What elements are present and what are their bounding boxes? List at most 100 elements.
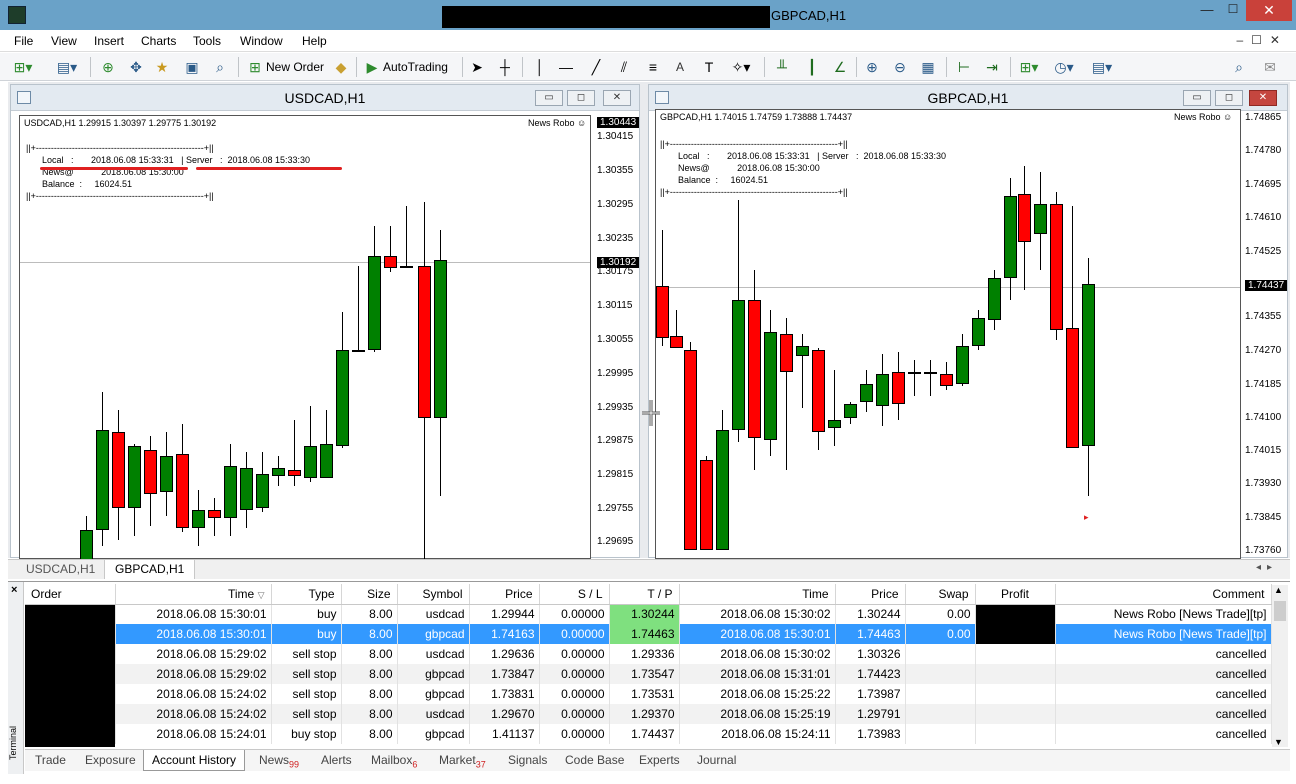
zoom-out-icon[interactable]: ⊖ bbox=[890, 57, 910, 77]
table-cell: cancelled bbox=[1055, 664, 1272, 684]
tab-journal[interactable]: Journal bbox=[697, 750, 736, 771]
tab-news[interactable]: News99 bbox=[259, 750, 299, 771]
menu-help[interactable]: Help bbox=[302, 34, 327, 48]
col-order[interactable]: Order bbox=[25, 584, 116, 605]
close-button[interactable]: ✕ bbox=[1246, 0, 1292, 21]
navigator-icon[interactable]: ★ bbox=[152, 57, 172, 77]
crosshair-icon[interactable]: ┼ bbox=[496, 57, 514, 77]
col-price[interactable]: Price bbox=[469, 584, 540, 605]
col-size[interactable]: Size bbox=[341, 584, 398, 605]
cursor-icon[interactable]: ➤ bbox=[468, 57, 486, 77]
chart-plot-gbpcad[interactable]: GBPCAD,H1 1.74015 1.74759 1.73888 1.7443… bbox=[655, 109, 1241, 559]
table-cell: 1.29670 bbox=[469, 704, 540, 724]
chart-shift-icon[interactable]: ⊢ bbox=[954, 57, 974, 77]
chart-maximize-button[interactable]: ◻ bbox=[1215, 90, 1243, 106]
fibo-icon[interactable]: ≡ bbox=[644, 57, 662, 77]
strategy-tester-icon[interactable]: ⌕ bbox=[210, 57, 230, 77]
new-chart-icon[interactable]: ⊞▾ bbox=[10, 57, 36, 77]
candlestick-icon[interactable]: ┃ bbox=[802, 57, 822, 77]
chart-maximize-button[interactable]: ◻ bbox=[567, 90, 595, 106]
col-swap[interactable]: Swap bbox=[905, 584, 976, 605]
tab-experts[interactable]: Experts bbox=[639, 750, 680, 771]
horizontal-line-icon[interactable]: — bbox=[558, 57, 574, 77]
profiles-icon[interactable]: ▤▾ bbox=[54, 57, 80, 77]
tab-account-history[interactable]: Account History bbox=[143, 750, 246, 771]
market-watch-icon[interactable]: ⊕ bbox=[98, 57, 118, 77]
chart-close-button[interactable]: ✕ bbox=[603, 90, 631, 106]
trendline-icon[interactable]: ╱ bbox=[588, 57, 604, 77]
scroll-down-icon[interactable]: ▼ bbox=[1274, 737, 1283, 747]
terminal-icon[interactable]: ▣ bbox=[182, 57, 202, 77]
menu-window[interactable]: Window bbox=[240, 34, 283, 48]
chart-close-button[interactable]: ✕ bbox=[1249, 90, 1277, 106]
mdi-window-controls[interactable]: –☐✕ bbox=[1237, 33, 1289, 47]
indicators-icon[interactable]: ⊞▾ bbox=[1016, 57, 1042, 77]
chart-plot-usdcad[interactable]: USDCAD,H1 1.29915 1.30397 1.29775 1.3019… bbox=[19, 115, 591, 562]
autoscroll-icon[interactable]: ⇥ bbox=[982, 57, 1002, 77]
tab-trade[interactable]: Trade bbox=[35, 750, 66, 771]
templates-icon[interactable]: ▤▾ bbox=[1088, 57, 1116, 77]
col-tp[interactable]: T / P bbox=[609, 584, 680, 605]
menu-insert[interactable]: Insert bbox=[94, 34, 124, 48]
vertical-line-icon[interactable]: │ bbox=[532, 57, 548, 77]
tab-signals[interactable]: Signals bbox=[508, 750, 547, 771]
tab-exposure[interactable]: Exposure bbox=[85, 750, 136, 771]
search-icon[interactable]: ⌕ bbox=[1230, 57, 1248, 77]
price-tick: 1.29935 bbox=[597, 402, 634, 413]
channel-icon[interactable]: ⫽ bbox=[614, 57, 634, 77]
menu-charts[interactable]: Charts bbox=[141, 34, 176, 48]
new-order-icon[interactable]: ⊞ bbox=[246, 57, 264, 77]
col-close-price[interactable]: Price bbox=[835, 584, 906, 605]
candle-body bbox=[336, 350, 349, 446]
autotrading-icon[interactable]: ▶ bbox=[362, 57, 382, 77]
maximize-button[interactable]: ☐ bbox=[1220, 2, 1246, 20]
col-type[interactable]: Type bbox=[271, 584, 342, 605]
table-cell: cancelled bbox=[1055, 644, 1272, 664]
metaeditor-icon[interactable]: ◆ bbox=[332, 57, 350, 77]
chart-minimize-button[interactable]: ▭ bbox=[535, 90, 563, 106]
new-order-button[interactable]: New Order bbox=[266, 57, 324, 77]
chart-minimize-button[interactable]: ▭ bbox=[1183, 90, 1211, 106]
table-row[interactable]: 2018.06.08 15:29:02 sell stop 8.00 gbpcad 1.… bbox=[25, 664, 1272, 684]
periods-icon[interactable]: ◷▾ bbox=[1050, 57, 1078, 77]
menu-view[interactable]: View bbox=[51, 34, 77, 48]
history-scrollbar[interactable]: ▲ ▼ bbox=[1272, 585, 1288, 747]
table-row[interactable]: 2018.06.08 15:24:02 sell stop 8.00 gbpcad 1.… bbox=[25, 684, 1272, 704]
tab-gbpcad[interactable]: GBPCAD,H1 bbox=[104, 560, 196, 579]
terminal-close-icon[interactable]: × bbox=[11, 584, 17, 596]
arrows-icon[interactable]: ✧▾ bbox=[728, 57, 754, 77]
tab-mailbox[interactable]: Mailbox6 bbox=[371, 750, 417, 771]
bar-chart-icon[interactable]: ╨ bbox=[772, 57, 792, 77]
table-row[interactable]: 2018.06.08 15:24:02 sell stop 8.00 usdcad 1.… bbox=[25, 704, 1272, 724]
data-window-icon[interactable]: ✥ bbox=[126, 57, 146, 77]
tab-code-base[interactable]: Code Base bbox=[565, 750, 624, 771]
col-comment[interactable]: Comment bbox=[1055, 584, 1272, 605]
table-row[interactable]: 2018.06.08 15:30:01 buy 8.00 usdcad 1.29944 0… bbox=[25, 604, 1272, 624]
line-chart-icon[interactable]: ∠ bbox=[830, 57, 850, 77]
autotrading-button[interactable]: AutoTrading bbox=[383, 57, 448, 77]
col-time[interactable]: Time ▽ bbox=[115, 584, 272, 605]
table-cell: 1.29791 bbox=[835, 704, 906, 724]
zoom-in-icon[interactable]: ⊕ bbox=[862, 57, 882, 77]
menu-file[interactable]: File bbox=[14, 34, 33, 48]
col-sl[interactable]: S / L bbox=[539, 584, 610, 605]
table-row[interactable]: 2018.06.08 15:30:01 buy 8.00 gbpcad 1.74163 0… bbox=[25, 624, 1272, 644]
menu-tools[interactable]: Tools bbox=[193, 34, 221, 48]
tab-alerts[interactable]: Alerts bbox=[321, 750, 352, 771]
col-symbol[interactable]: Symbol bbox=[397, 584, 470, 605]
table-row[interactable]: 2018.06.08 15:24:01 buy stop 8.00 gbpcad 1.4… bbox=[25, 724, 1272, 744]
col-close-time[interactable]: Time bbox=[679, 584, 836, 605]
tab-usdcad[interactable]: USDCAD,H1 bbox=[16, 560, 107, 579]
text-tool-icon[interactable]: A bbox=[676, 57, 684, 77]
minimize-button[interactable]: — bbox=[1194, 2, 1220, 20]
tile-windows-icon[interactable]: ▦ bbox=[918, 57, 938, 77]
scroll-up-icon[interactable]: ▲ bbox=[1274, 585, 1283, 595]
chat-icon[interactable]: ✉ bbox=[1258, 57, 1282, 77]
text-label-icon[interactable]: T bbox=[700, 57, 718, 77]
col-profit[interactable]: Profit bbox=[975, 584, 1056, 605]
tab-market[interactable]: Market37 bbox=[439, 750, 486, 771]
tab-scroll-arrows[interactable]: ◂▸ bbox=[1256, 562, 1278, 573]
price-axis-gbpcad: 1.74865 1.74780 1.74695 1.74610 1.74525 … bbox=[1241, 109, 1289, 559]
scroll-thumb[interactable] bbox=[1274, 601, 1286, 621]
table-row[interactable]: 2018.06.08 15:29:02 sell stop 8.00 usdcad 1.… bbox=[25, 644, 1272, 664]
